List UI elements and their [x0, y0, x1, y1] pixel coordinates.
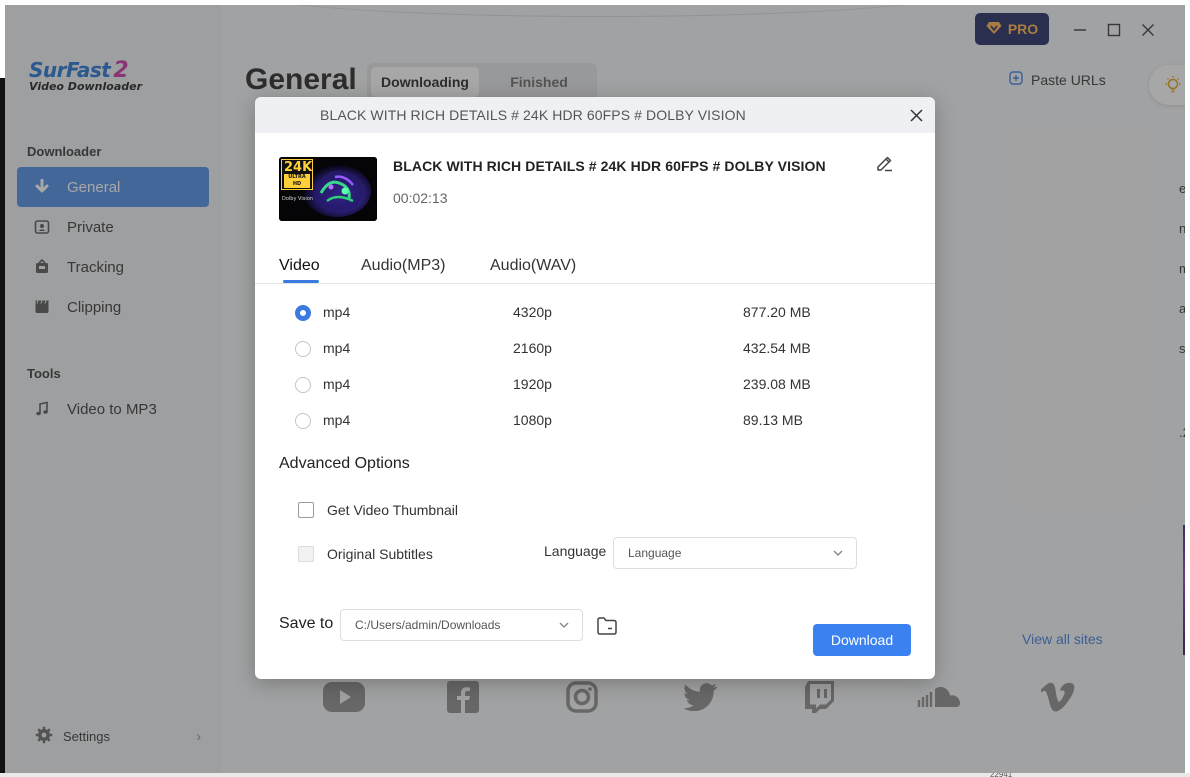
pencil-icon — [877, 156, 892, 172]
format-radio[interactable] — [295, 377, 311, 393]
format-option-row[interactable]: mp4 1920p 239.08 MB — [295, 374, 895, 396]
option-size: 239.08 MB — [743, 376, 811, 392]
chevron-down-icon — [833, 550, 843, 556]
tab-video[interactable]: Video — [279, 257, 320, 275]
save-path-select[interactable]: C:/Users/admin/Downloads — [340, 609, 583, 641]
dialog-close-button[interactable] — [907, 106, 925, 124]
save-to-label: Save to — [279, 615, 334, 632]
language-select-value: Language — [628, 546, 682, 560]
tab-audio-mp3[interactable]: Audio(MP3) — [361, 257, 445, 275]
app-window: SurFast 2 Video Downloader Downloader Gen… — [5, 5, 1185, 773]
tab-divider — [255, 283, 935, 284]
format-option-row[interactable]: mp4 1080p 89.13 MB — [295, 410, 895, 432]
option-format: mp4 — [323, 376, 351, 392]
option-format: mp4 — [323, 340, 351, 356]
tab-audio-wav[interactable]: Audio(WAV) — [490, 257, 576, 275]
language-label: Language — [544, 543, 607, 559]
badge-text: 24K — [284, 160, 313, 175]
advanced-options-title: Advanced Options — [279, 455, 410, 472]
option-size: 89.13 MB — [743, 412, 803, 428]
download-button[interactable]: Download — [813, 624, 911, 656]
language-select[interactable]: Language — [613, 537, 857, 569]
option-resolution: 4320p — [513, 304, 552, 320]
option-size: 432.54 MB — [743, 340, 811, 356]
original-subtitles-label: Original Subtitles — [327, 546, 433, 562]
edit-title-button[interactable] — [875, 153, 897, 175]
badge-subtext: ULTRA HD — [284, 174, 310, 188]
format-option-row[interactable]: mp4 4320p 877.20 MB — [295, 302, 895, 324]
option-resolution: 2160p — [513, 340, 552, 356]
dialog-header-title: BLACK WITH RICH DETAILS # 24K HDR 60FPS … — [320, 107, 746, 123]
video-thumbnail: 24K ULTRA HD Dolby Vision — [279, 157, 377, 221]
option-resolution: 1080p — [513, 412, 552, 428]
get-thumbnail-checkbox[interactable] — [298, 502, 314, 518]
save-path-value: C:/Users/admin/Downloads — [355, 618, 501, 632]
format-radio[interactable] — [295, 413, 311, 429]
chevron-down-icon — [559, 622, 569, 628]
get-thumbnail-label: Get Video Thumbnail — [327, 502, 459, 518]
option-resolution: 1920p — [513, 376, 552, 392]
close-icon — [909, 108, 923, 122]
format-radio[interactable] — [295, 341, 311, 357]
original-subtitles-checkbox[interactable] — [298, 546, 314, 562]
resolution-badge: 24K ULTRA HD — [281, 159, 313, 190]
video-title: BLACK WITH RICH DETAILS # 24K HDR 60FPS … — [393, 158, 826, 174]
dialog-header: BLACK WITH RICH DETAILS # 24K HDR 60FPS … — [255, 97, 935, 133]
option-size: 877.20 MB — [743, 304, 811, 320]
option-format: mp4 — [323, 412, 351, 428]
dolby-vision-logo: Dolby Vision — [282, 196, 313, 202]
browse-folder-button[interactable] — [596, 616, 618, 636]
download-options-dialog: BLACK WITH RICH DETAILS # 24K HDR 60FPS … — [255, 97, 935, 679]
option-format: mp4 — [323, 304, 351, 320]
format-option-row[interactable]: mp4 2160p 432.54 MB — [295, 338, 895, 360]
video-duration: 00:02:13 — [393, 190, 448, 206]
folder-icon — [597, 617, 617, 635]
format-radio[interactable] — [295, 305, 311, 321]
